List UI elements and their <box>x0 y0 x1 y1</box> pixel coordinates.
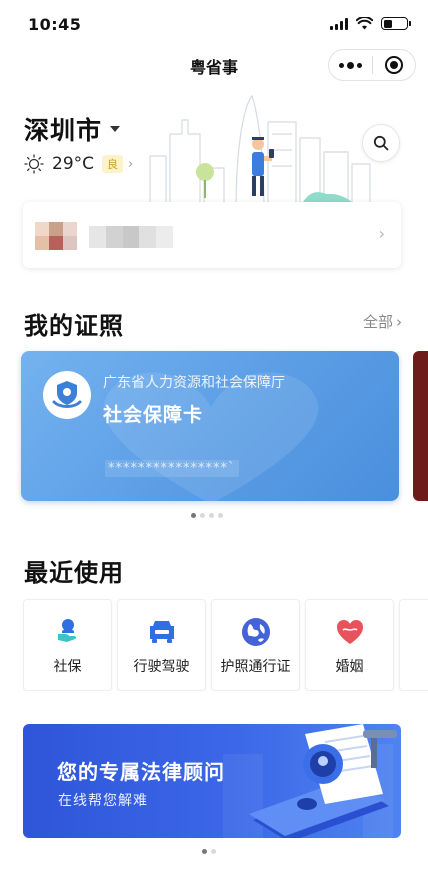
shortcut-label: 行驶驾驶 <box>133 659 190 675</box>
shortcut-marriage[interactable]: 婚姻 <box>305 599 394 691</box>
pager-dot <box>200 513 205 518</box>
next-certificate-card[interactable] <box>413 351 428 501</box>
social-insurance-icon <box>52 616 84 648</box>
chevron-right-icon: › <box>128 156 134 172</box>
shortcut-label: 护照通行证 <box>220 659 291 675</box>
social-security-card[interactable]: 广东省人力资源和社会保障厅 社会保障卡 ****************` <box>21 351 399 501</box>
cellular-signal-icon <box>330 17 348 30</box>
battery-level <box>383 19 393 28</box>
user-profile-card[interactable]: › <box>23 202 401 268</box>
legal-advisor-banner[interactable]: 您的专属法律顾问 在线帮您解难 <box>23 724 401 838</box>
recent-shortcuts: 社保 行驶驾驶 护照通行证 婚姻 <box>23 599 428 691</box>
location-header: 深圳市 29°C 良 › <box>0 86 428 212</box>
banner-pager-dots <box>202 849 216 854</box>
car-icon <box>146 616 178 648</box>
sun-icon <box>24 154 44 174</box>
miniprogram-capsule <box>328 49 416 81</box>
search-icon <box>373 135 389 151</box>
blurred-avatar <box>35 222 77 250</box>
marriage-hearts-icon <box>334 616 366 648</box>
nav-bar: 粤省事 <box>0 46 428 86</box>
city-selector[interactable]: 深圳市 <box>24 111 121 147</box>
certificate-pager-dots <box>191 513 223 518</box>
view-all-label: 全部 <box>362 313 393 331</box>
banner-title: 您的专属法律顾问 <box>57 760 225 784</box>
battery-icon <box>381 17 411 30</box>
status-time: 10:45 <box>28 15 82 34</box>
pager-dot <box>218 513 223 518</box>
aqi-badge: 良 <box>102 155 124 173</box>
blurred-username <box>89 226 173 248</box>
view-all-certificates-link[interactable]: 全部 › <box>363 311 402 332</box>
target-icon <box>384 56 403 74</box>
search-button[interactable] <box>362 124 400 162</box>
pager-dot <box>211 849 216 854</box>
status-bar: 10:45 <box>0 0 428 46</box>
section-title-certificates: 我的证照 <box>24 312 124 340</box>
shortcut-passport-permit[interactable]: 护照通行证 <box>211 599 300 691</box>
card-number-masked: ****************` <box>105 460 239 477</box>
more-menu-button[interactable] <box>329 50 372 80</box>
card-name: 社会保障卡 <box>103 404 204 426</box>
caret-down-icon <box>110 126 121 132</box>
shortcut-vehicle-driving[interactable]: 行驶驾驶 <box>117 599 206 691</box>
hrss-logo-icon <box>43 371 91 419</box>
status-icons <box>330 17 411 30</box>
pager-dot-active <box>202 849 207 854</box>
chevron-right-icon: › <box>378 224 385 243</box>
phone-document-illustration <box>223 724 397 838</box>
shortcut-label: 婚姻 <box>335 659 364 675</box>
card-issuer: 广东省人力资源和社会保障厅 <box>103 375 285 391</box>
chevron-right-icon: › <box>396 312 402 331</box>
shortcut-social-insurance[interactable]: 社保 <box>23 599 112 691</box>
city-skyline-illustration <box>149 94 371 212</box>
banner-subtitle: 在线帮您解难 <box>58 793 148 809</box>
weather-widget[interactable]: 29°C 良 › <box>24 154 133 174</box>
passport-globe-icon <box>240 616 272 648</box>
city-name: 深圳市 <box>24 116 103 145</box>
shortcut-label: 社保 <box>53 659 82 675</box>
shortcut-law[interactable]: 法 <box>399 599 428 691</box>
pager-dot-active <box>191 513 196 518</box>
temperature: 29°C <box>52 154 95 174</box>
close-miniprogram-button[interactable] <box>372 50 415 80</box>
wifi-icon <box>356 17 373 30</box>
pager-dot <box>209 513 214 518</box>
section-title-recent: 最近使用 <box>24 559 124 587</box>
